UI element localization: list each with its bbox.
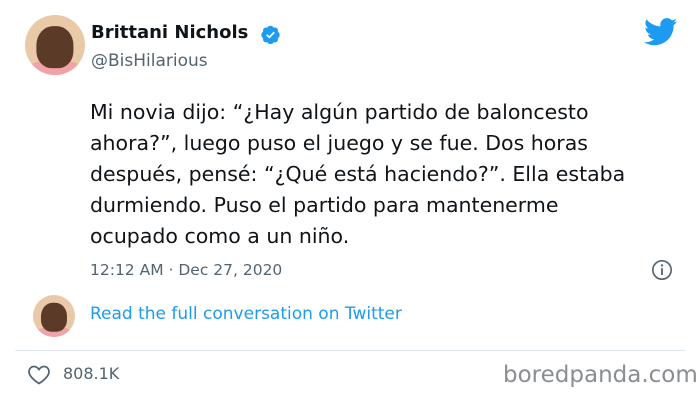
avatar-face <box>40 302 68 333</box>
tweet-timestamp[interactable]: 12:12 AM · Dec 27, 2020 <box>90 261 282 279</box>
tweet-card: Brittani Nichols @BisHilarious Mi novia … <box>0 0 700 400</box>
twitter-bird-icon[interactable] <box>644 18 678 46</box>
avatar-face <box>36 26 74 69</box>
author-avatar[interactable] <box>25 15 85 75</box>
tweet-text: Mi novia dijo: “¿Hay algún partido de ba… <box>90 100 626 248</box>
conversation-avatar[interactable] <box>33 295 75 337</box>
divider <box>15 350 685 351</box>
read-full-conversation-link[interactable]: Read the full conversation on Twitter <box>90 304 402 324</box>
author-display-name[interactable]: Brittani Nichols <box>91 22 248 43</box>
verified-badge-icon <box>261 25 280 45</box>
author-handle[interactable]: @BisHilarious <box>91 51 208 71</box>
info-icon[interactable] <box>651 259 673 281</box>
boredpanda-watermark: boredpanda.com <box>503 362 698 388</box>
like-count[interactable]: 808.1K <box>63 364 119 383</box>
heart-icon[interactable] <box>27 363 51 385</box>
